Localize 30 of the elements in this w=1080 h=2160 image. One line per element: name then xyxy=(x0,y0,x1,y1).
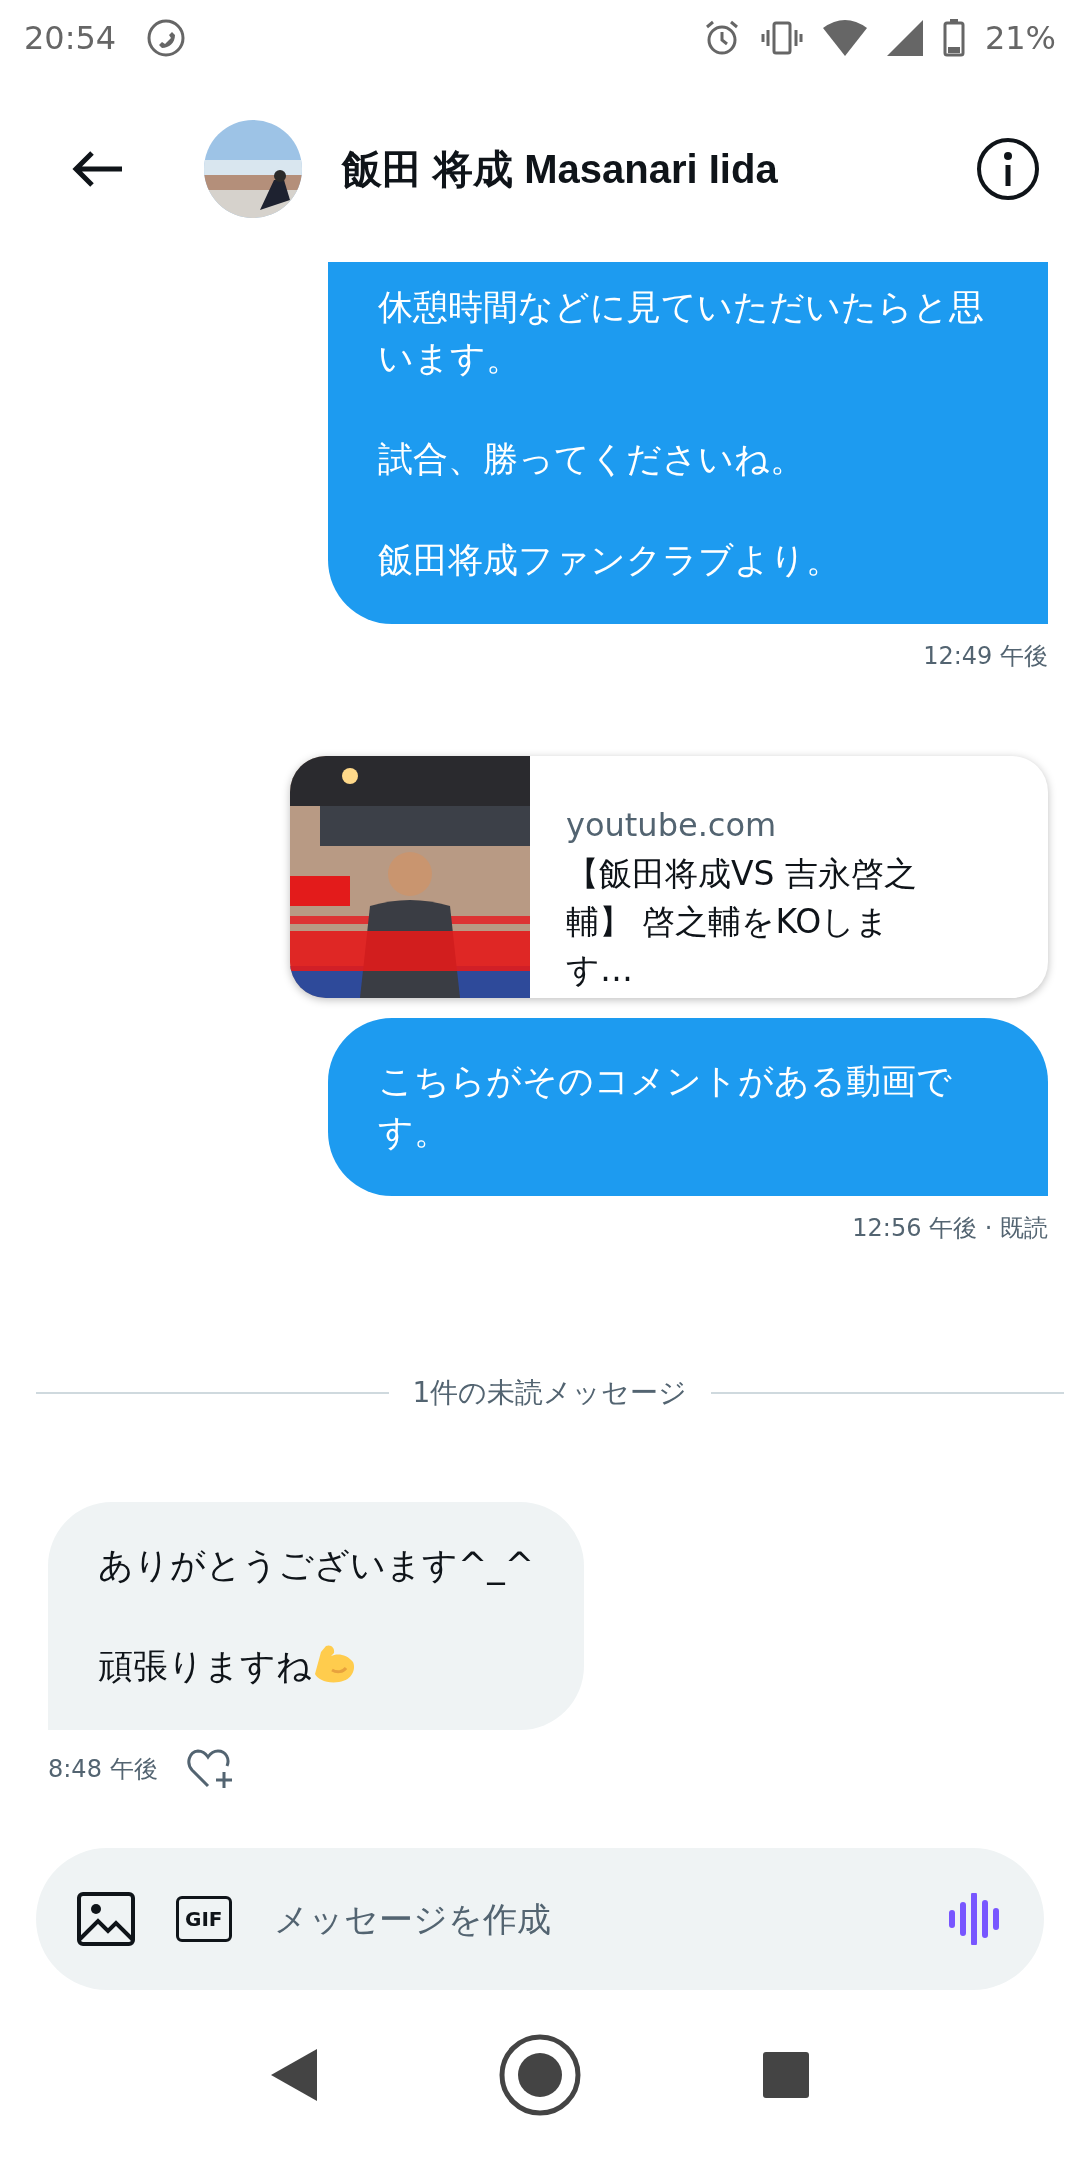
signal-icon xyxy=(886,20,923,56)
message-text: こちらがそのコメントがある動画です。 xyxy=(378,1060,953,1154)
conversation-title: 飯田 将成 Masanari Iida xyxy=(342,145,778,193)
message-text: 頑張りますね xyxy=(98,1641,535,1692)
message-time: 12:49 午後 xyxy=(923,641,1048,672)
unread-divider-label: 1件の未読メッセージ xyxy=(412,1375,688,1411)
phone-icon xyxy=(146,18,187,58)
message-time: 8:48 午後 xyxy=(48,1754,158,1785)
link-domain: youtube.com xyxy=(566,806,778,844)
message-text: 飯田将成ファンクラブより。 xyxy=(378,539,842,582)
message-text: 試合、勝ってくださいね。 xyxy=(378,438,806,481)
message-composer[interactable]: GIF メッセージを作成 xyxy=(36,1848,1044,1990)
recents-nav-icon[interactable] xyxy=(763,2052,810,2098)
status-time: 20:54 xyxy=(24,19,117,57)
gif-button[interactable]: GIF xyxy=(176,1896,232,1942)
link-title: 【飯田将成VS 吉永啓之輔】 啓之輔をKOします… xyxy=(566,853,918,991)
flexed-arm-icon xyxy=(312,1644,356,1684)
back-nav-icon[interactable] xyxy=(270,2049,317,2101)
home-nav-icon[interactable] xyxy=(498,2033,582,2117)
battery-icon xyxy=(942,19,965,57)
message-text: ありがとうございます^_^ xyxy=(98,1544,535,1587)
link-card[interactable]: youtube.com 【飯田将成VS 吉永啓之輔】 啓之輔をKOします… xyxy=(290,756,1048,998)
info-icon[interactable] xyxy=(976,137,1040,201)
vibrate-icon xyxy=(760,19,803,57)
message-input[interactable]: メッセージを作成 xyxy=(271,1898,908,1940)
wifi-icon xyxy=(822,20,867,56)
battery-percent: 21% xyxy=(984,19,1056,57)
image-icon[interactable] xyxy=(76,1891,136,1947)
message-time: 12:56 午後 · 既読 xyxy=(852,1213,1048,1244)
message-text: 休憩時間などに見ていただいたらと思います。 xyxy=(378,286,985,380)
